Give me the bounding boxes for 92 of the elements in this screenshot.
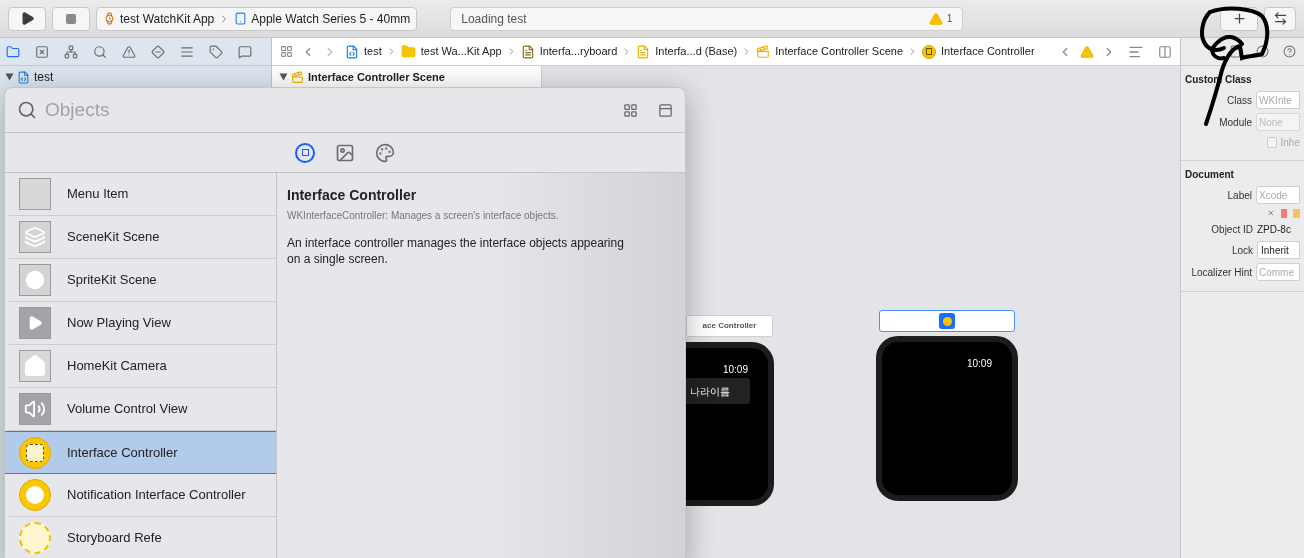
project-icon [17, 70, 30, 84]
hierarchy-icon[interactable] [64, 44, 78, 59]
grid-view-icon[interactable] [623, 102, 638, 118]
detail-description: An interface controller manages the interface objects appearing on a single screen. [287, 235, 625, 267]
section-title: Document [1185, 168, 1235, 182]
play-icon [19, 307, 51, 339]
watch-time: 10:09 [966, 357, 992, 371]
device-icon [234, 12, 248, 25]
list-icon[interactable] [180, 44, 194, 59]
clear-icon[interactable] [1267, 208, 1275, 218]
search-icon[interactable] [93, 44, 107, 59]
controller-icon [922, 44, 937, 59]
object-id: ZPD-8c [1257, 223, 1291, 237]
field-label: Object ID [1210, 223, 1253, 237]
controller-icon [19, 436, 51, 469]
inherit-checkbox[interactable] [1267, 137, 1277, 148]
watch-app-icon [103, 12, 116, 25]
field-label: Class [1226, 93, 1252, 108]
library-item[interactable]: HomeKit Camera [9, 345, 276, 388]
warning-icon[interactable] [122, 44, 136, 59]
tree-item[interactable]: test [34, 68, 54, 86]
module-field[interactable]: None [1256, 113, 1300, 131]
document-icon [520, 44, 535, 59]
disclosure-triangle[interactable] [5, 73, 14, 81]
library-item[interactable]: Storyboard Refe [9, 517, 276, 558]
scene-icon [291, 70, 304, 84]
split-editor-icon[interactable] [1158, 44, 1172, 59]
storyboard-icon [19, 522, 51, 554]
color-swatch[interactable] [1293, 208, 1300, 218]
field-label: Localizer Hint [1190, 265, 1252, 280]
controller-icon [939, 313, 955, 329]
device-name[interactable]: Apple Watch Series 5 - 40mm [251, 9, 411, 28]
arrows-icon [1272, 11, 1288, 26]
house-icon [19, 350, 51, 382]
warning-icon [928, 11, 943, 26]
checkbox-label: Inhe [1280, 136, 1300, 150]
warning-count: 1 [946, 12, 953, 26]
notification-icon [19, 479, 51, 511]
label-field[interactable]: Xcode [1256, 186, 1300, 204]
grid-icon[interactable] [280, 45, 293, 58]
class-field[interactable]: WKInte [1256, 91, 1300, 109]
diamond-icon[interactable] [151, 44, 165, 59]
stop-icon [65, 12, 77, 25]
detail-view-icon[interactable] [658, 102, 673, 118]
scene-icon [756, 44, 771, 59]
breadcrumb[interactable]: Interface Controller Scene [775, 43, 904, 60]
folder-icon[interactable] [6, 44, 20, 59]
scene-title-bar[interactable]: ace Controller [686, 315, 773, 337]
clock-icon[interactable] [1256, 45, 1269, 58]
scene-title-bar[interactable] [879, 310, 1015, 332]
tag-icon[interactable] [209, 44, 223, 59]
library-item[interactable]: SceneKit Scene [9, 216, 276, 259]
breadcrumb[interactable]: Interfa...ryboard [539, 43, 618, 60]
search-icon [17, 100, 37, 120]
field-label: Module [1218, 115, 1252, 130]
field-label: Label [1226, 188, 1252, 203]
hint-field[interactable]: Comme [1256, 263, 1300, 281]
speech-bubble-icon[interactable] [238, 44, 252, 59]
library-item[interactable]: Interface Controller [5, 431, 276, 474]
document-icon [636, 44, 651, 59]
document-icon[interactable] [1229, 45, 1242, 58]
library-item[interactable]: Menu Item [9, 173, 276, 216]
library-item[interactable]: SpriteKit Scene [9, 259, 276, 302]
detail-subtitle: WKInterfaceController: Manages a screen's interface objects. [287, 209, 560, 223]
scene-title: ace Controller [702, 320, 757, 332]
color-swatch[interactable] [1280, 208, 1288, 218]
library-item[interactable]: Notification Interface Controller [9, 474, 276, 517]
scheme-name[interactable]: test WatchKit App [120, 9, 215, 28]
detail-title: Interface Controller [287, 186, 418, 205]
run-button[interactable] [8, 6, 46, 31]
lock-dropdown[interactable]: Inherit [1257, 241, 1300, 259]
plus-icon [1231, 11, 1247, 26]
watch-time: 10:09 [722, 363, 748, 377]
outline-item[interactable]: Interface Controller Scene [308, 68, 445, 86]
breadcrumb[interactable]: Interface Controller [941, 43, 1035, 60]
folder-icon [400, 44, 416, 59]
editor-toggle-button[interactable] [1264, 6, 1296, 31]
activity-status: Loading test [461, 10, 528, 28]
field-label: Lock [1230, 243, 1253, 258]
library-item[interactable]: Now Playing View [9, 302, 276, 345]
breadcrumb[interactable]: Interfa...d (Base) [655, 43, 738, 60]
breadcrumb[interactable]: test [364, 43, 382, 60]
scheme-selector[interactable]: test WatchKit App Apple Watch Series 5 - 40mm [96, 6, 418, 31]
speaker-icon [19, 393, 51, 425]
search-field[interactable]: Objects [45, 95, 615, 125]
crossed-square-icon[interactable] [35, 44, 49, 59]
breadcrumb[interactable]: test Wa...Kit App [420, 43, 502, 60]
disclosure-triangle[interactable] [279, 73, 288, 81]
document-icon [345, 44, 359, 59]
help-icon[interactable] [1283, 45, 1296, 58]
play-icon [19, 11, 35, 26]
stop-button[interactable] [52, 6, 90, 31]
